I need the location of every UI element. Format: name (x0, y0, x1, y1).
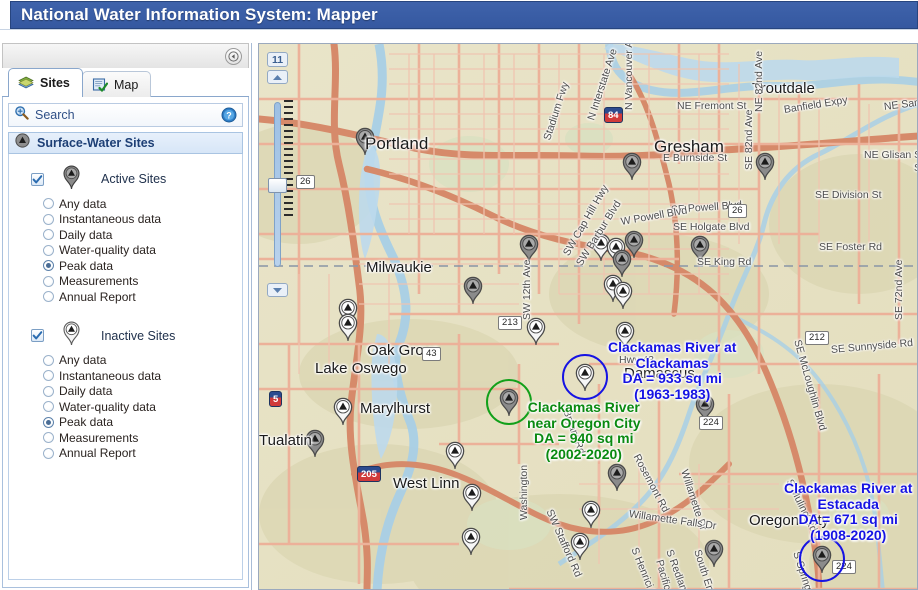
option-instantaneous-data[interactable]: Instantaneous data (43, 212, 242, 228)
option-label: Peak data (59, 258, 114, 273)
radio-peak-data[interactable] (43, 416, 54, 428)
check-icon (32, 174, 43, 183)
sidebar-tabs: Sites Map (2, 68, 249, 98)
title-bar-banner: National Water Information System: Mappe… (10, 1, 918, 29)
zoom-in-button[interactable] (267, 70, 288, 84)
option-label: Measurements (59, 430, 139, 445)
map-highlight-ring (799, 536, 845, 582)
tab-map-label: Map (114, 77, 139, 92)
collapse-panel-button[interactable] (225, 48, 242, 65)
radio-instantaneous-data[interactable] (43, 370, 54, 382)
inactive-sites-checkbox[interactable] (31, 329, 44, 342)
title-spacer (0, 30, 918, 43)
site-filter-groups: Active Sites Any data Instantaneous data… (8, 154, 243, 580)
filter-group-active-sites: Active Sites Any data Instantaneous data… (9, 162, 242, 305)
chevron-down-icon (273, 287, 282, 293)
option-daily-data[interactable]: Daily data (43, 384, 242, 400)
radio-daily-data[interactable] (43, 385, 54, 397)
tab-sites[interactable]: Sites (8, 68, 83, 98)
zoom-slider-thumb[interactable] (268, 178, 287, 193)
inactive-site-marker-icon (62, 320, 81, 351)
sidebar: Sites Map Search ? Surface-Water Sites A… (0, 43, 252, 590)
tab-map[interactable]: Map (82, 71, 152, 97)
help-icon[interactable]: ? (221, 107, 237, 123)
map-check-icon (92, 77, 109, 93)
map-viewport[interactable]: 11 Portland Gresham Troutdale Milwaukie Oak … (258, 43, 918, 590)
tab-sites-label: Sites (40, 76, 70, 90)
inactive-sites-toggle[interactable]: Inactive Sites (9, 319, 242, 353)
search-label: Search (35, 108, 75, 122)
option-label: Water-quality data (59, 399, 156, 414)
option-label: Measurements (59, 274, 139, 289)
svg-text:?: ? (226, 111, 232, 121)
inactive-sites-options: Any data Instantaneous data Daily data W… (9, 353, 242, 462)
chevron-up-icon (273, 74, 282, 80)
surface-water-sites-title: Surface-Water Sites (37, 136, 155, 150)
map-basemap (259, 44, 917, 589)
chevron-left-icon (228, 51, 239, 62)
title-bar: National Water Information System: Mappe… (0, 0, 918, 30)
active-sites-checkbox[interactable] (31, 172, 44, 186)
option-measurements[interactable]: Measurements (43, 274, 242, 290)
active-sites-options: Any data Instantaneous data Daily data W… (9, 196, 242, 305)
inactive-sites-label: Inactive Sites (101, 328, 176, 343)
active-sites-toggle[interactable]: Active Sites (9, 162, 242, 196)
search-icon (14, 105, 29, 125)
zoom-level-indicator: 11 (267, 52, 288, 67)
option-peak-data[interactable]: Peak data (43, 415, 242, 431)
option-label: Daily data (59, 384, 113, 399)
radio-any-data[interactable] (43, 198, 54, 210)
map-highlight-ring (486, 379, 532, 425)
filter-group-inactive-sites: Inactive Sites Any data Instantaneous da… (9, 319, 242, 462)
option-label: Annual Report (59, 446, 136, 461)
radio-daily-data[interactable] (43, 229, 54, 241)
option-instantaneous-data[interactable]: Instantaneous data (43, 368, 242, 384)
option-daily-data[interactable]: Daily data (43, 227, 242, 243)
active-site-marker-icon (62, 164, 81, 195)
radio-annual-report[interactable] (43, 291, 54, 303)
radio-annual-report[interactable] (43, 447, 54, 459)
option-label: Peak data (59, 415, 114, 430)
active-sites-label: Active Sites (101, 172, 167, 186)
map-highlight-ring (562, 354, 608, 400)
option-label: Water-quality data (59, 243, 156, 258)
sidebar-toolbar (2, 43, 249, 68)
page-title: National Water Information System: Mappe… (21, 5, 378, 24)
search-bar[interactable]: Search ? (8, 103, 243, 127)
layers-icon (18, 75, 34, 91)
check-icon (32, 331, 43, 340)
option-water-quality-data[interactable]: Water-quality data (43, 243, 242, 259)
option-peak-data[interactable]: Peak data (43, 258, 242, 274)
radio-measurements[interactable] (43, 275, 54, 287)
map-zoom-control[interactable]: 11 (265, 52, 293, 304)
option-any-data[interactable]: Any data (43, 196, 242, 212)
option-label: Daily data (59, 227, 113, 242)
option-annual-report[interactable]: Annual Report (43, 289, 242, 305)
option-label: Any data (59, 196, 107, 211)
option-any-data[interactable]: Any data (43, 353, 242, 369)
option-label: Annual Report (59, 289, 136, 304)
radio-water-quality-data[interactable] (43, 244, 54, 256)
option-annual-report[interactable]: Annual Report (43, 446, 242, 462)
option-label: Instantaneous data (59, 212, 162, 227)
radio-instantaneous-data[interactable] (43, 213, 54, 225)
option-water-quality-data[interactable]: Water-quality data (43, 399, 242, 415)
option-label: Any data (59, 353, 107, 368)
radio-measurements[interactable] (43, 432, 54, 444)
marker-icon (15, 133, 30, 153)
option-measurements[interactable]: Measurements (43, 430, 242, 446)
zoom-out-button[interactable] (267, 283, 288, 297)
radio-water-quality-data[interactable] (43, 401, 54, 413)
surface-water-sites-header[interactable]: Surface-Water Sites (8, 132, 243, 154)
sidebar-body: Search ? Surface-Water Sites Active Site… (2, 97, 249, 588)
option-label: Instantaneous data (59, 368, 162, 383)
radio-peak-data[interactable] (43, 260, 54, 272)
radio-any-data[interactable] (43, 354, 54, 366)
